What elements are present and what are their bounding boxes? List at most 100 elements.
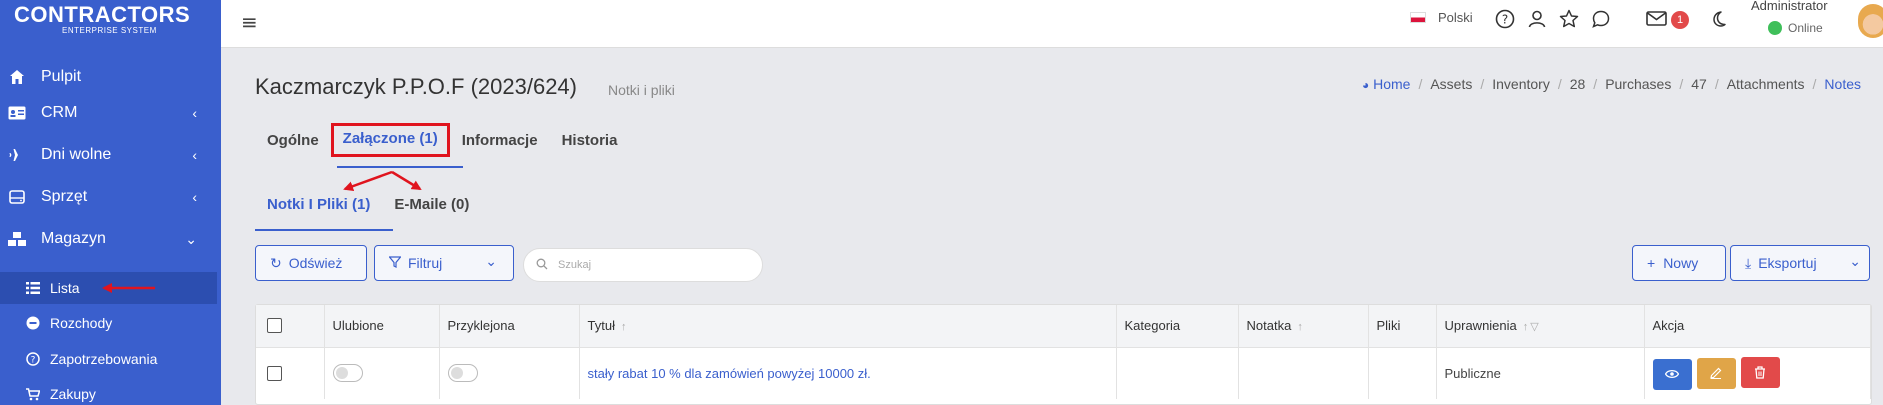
- hdd-icon: [6, 190, 28, 204]
- download-icon: ⤓: [1745, 254, 1752, 271]
- sidebar-subitem-label: Rozchody: [50, 315, 113, 331]
- column-header-notatka-label: Notatka: [1246, 318, 1292, 334]
- sidebar-item-dni-wolne[interactable]: Dni wolne ‹: [0, 135, 221, 175]
- column-header-kategoria[interactable]: Kategoria: [1116, 305, 1239, 348]
- breadcrumb-purchase-id[interactable]: 47: [1691, 76, 1707, 92]
- favorite-toggle[interactable]: [332, 364, 363, 383]
- tab-historia[interactable]: Historia: [550, 126, 630, 160]
- filter-button[interactable]: Filtruj ⌄: [374, 245, 514, 281]
- filter-icon[interactable]: ▽: [1530, 321, 1538, 333]
- brand-logo[interactable]: CONTRACTORS ENTERPRISE SYSTEM: [0, 0, 221, 44]
- tab-ogolne[interactable]: Ogólne: [255, 126, 331, 160]
- star-icon[interactable]: [1558, 8, 1580, 30]
- svg-text:?: ?: [1502, 13, 1508, 27]
- tab-zalaczone[interactable]: Załączone (1): [330, 123, 450, 157]
- minus-circle-icon: [24, 316, 42, 330]
- pinned-cell: [439, 347, 580, 399]
- filter-icon: [388, 255, 402, 271]
- chevron-left-icon: ‹: [192, 105, 197, 121]
- actions-cell: [1644, 347, 1871, 399]
- breadcrumb-separator: /: [1557, 76, 1562, 92]
- sidebar-subitem-label: Lista: [50, 280, 80, 296]
- edit-button[interactable]: [1696, 357, 1736, 389]
- column-header-przyklejona[interactable]: Przyklejona: [439, 305, 580, 348]
- sidebar-item-label: Dni wolne: [41, 146, 112, 163]
- sidebar-subitem-lista[interactable]: Lista: [0, 272, 217, 304]
- breadcrumb-separator: /: [1714, 76, 1719, 92]
- dark-mode-icon[interactable]: [1707, 8, 1729, 30]
- breadcrumb-separator: /: [1812, 76, 1817, 92]
- menu-toggle-icon[interactable]: ≡: [241, 10, 258, 34]
- plus-icon: +: [1647, 255, 1656, 271]
- sidebar-item-crm[interactable]: CRM ‹: [0, 93, 221, 133]
- column-header-akcja: Akcja: [1644, 305, 1871, 348]
- online-status-dot: [1768, 21, 1782, 35]
- select-all-header: [256, 305, 325, 348]
- sidebar-item-pulpit[interactable]: Pulpit: [0, 57, 221, 97]
- pinned-toggle[interactable]: [447, 364, 478, 383]
- export-button[interactable]: ⤓ Eksportuj ⌄: [1730, 245, 1870, 281]
- title-cell: stały rabat 10 % dla zamówień powyżej 10…: [579, 347, 1117, 399]
- breadcrumb-attachments[interactable]: Attachments: [1727, 76, 1805, 92]
- breadcrumb-separator: /: [1593, 76, 1598, 92]
- breadcrumb-purchases[interactable]: Purchases: [1605, 76, 1671, 92]
- sidebar-item-label: Magazyn: [41, 230, 106, 247]
- search-input[interactable]: Szukaj: [523, 248, 763, 282]
- avatar[interactable]: [1858, 4, 1883, 38]
- breadcrumb-inventory[interactable]: Inventory: [1492, 76, 1550, 92]
- note-cell: [1238, 347, 1369, 399]
- breadcrumb-assets[interactable]: Assets: [1430, 76, 1472, 92]
- sidebar-subitem-rozchody[interactable]: Rozchody: [0, 307, 221, 339]
- tab-informacje[interactable]: Informacje: [450, 126, 550, 160]
- column-header-ulubione[interactable]: Ulubione: [324, 305, 440, 348]
- user-icon[interactable]: [1526, 8, 1548, 30]
- column-header-tytul[interactable]: Tytuł ↑: [579, 305, 1117, 348]
- column-header-notatka[interactable]: Notatka ↑: [1238, 305, 1369, 348]
- delete-button[interactable]: [1740, 357, 1780, 388]
- page-subtitle: Notki i pliki: [608, 82, 675, 98]
- user-status: Online: [1768, 21, 1823, 35]
- mail-count-badge: 1: [1671, 11, 1689, 29]
- sidebar-item-magazyn[interactable]: Magazyn ⌄: [0, 219, 221, 259]
- new-button[interactable]: + Nowy: [1632, 245, 1726, 281]
- select-all-checkbox[interactable]: [267, 318, 282, 334]
- annotation-arrow: [343, 170, 393, 191]
- sidebar-item-sprzet[interactable]: Sprzęt ‹: [0, 177, 221, 217]
- chevron-left-icon: ‹: [192, 147, 197, 163]
- sidebar-subitem-zapotrzebowania[interactable]: ? Zapotrzebowania: [0, 343, 221, 375]
- subtab-notki-i-pliki[interactable]: Notki I Pliki (1): [255, 192, 382, 217]
- sidebar-subitem-label: Zakupy: [50, 386, 96, 402]
- pencil-icon: [1710, 367, 1722, 379]
- new-button-label: Nowy: [1663, 255, 1699, 271]
- chat-icon[interactable]: [1590, 8, 1612, 30]
- table-header-row: Ulubione Przyklejona Tytuł ↑ Kategoria No…: [256, 305, 1871, 348]
- breadcrumb-separator: /: [1418, 76, 1423, 92]
- note-title-link[interactable]: stały rabat 10 % dla zamówień powyżej 10…: [588, 366, 871, 381]
- plane-icon: [6, 147, 28, 163]
- breadcrumb-separator: /: [1480, 76, 1485, 92]
- breadcrumb-inventory-id[interactable]: 28: [1570, 76, 1586, 92]
- breadcrumb-notes: Notes: [1824, 76, 1861, 92]
- breadcrumb-home[interactable]: ◕ Home: [1362, 76, 1411, 92]
- chevron-down-icon: ⌄: [1849, 253, 1861, 269]
- sidebar-subitem-zakupy[interactable]: Zakupy: [0, 378, 221, 405]
- permissions-cell: Publiczne: [1436, 347, 1645, 399]
- brand-title: CONTRACTORS: [14, 2, 191, 27]
- eye-icon: [1665, 369, 1679, 379]
- language-selector[interactable]: Polski: [1410, 10, 1473, 25]
- active-tab-indicator: [337, 166, 463, 168]
- subtab-e-maile[interactable]: E-Maile (0): [382, 192, 481, 217]
- mail-icon[interactable]: [1646, 8, 1668, 30]
- table-row: stały rabat 10 % dla zamówień powyżej 10…: [256, 347, 1871, 399]
- view-button[interactable]: [1652, 358, 1692, 390]
- main-tabs: Ogólne Załączone (1) Informacje Historia: [255, 123, 630, 160]
- dashboard-icon: ◕: [1361, 78, 1370, 92]
- active-subtab-indicator: [255, 229, 393, 231]
- chevron-down-icon: ⌄: [185, 230, 197, 247]
- column-header-pliki[interactable]: Pliki: [1368, 305, 1437, 348]
- help-icon[interactable]: ?: [1494, 8, 1516, 30]
- sort-arrow-icon: ↑: [1522, 321, 1529, 334]
- refresh-button[interactable]: ↻ Odśwież: [255, 245, 367, 281]
- column-header-uprawnienia[interactable]: Uprawnienia ↑ ▽: [1436, 305, 1645, 348]
- row-checkbox[interactable]: [267, 365, 282, 381]
